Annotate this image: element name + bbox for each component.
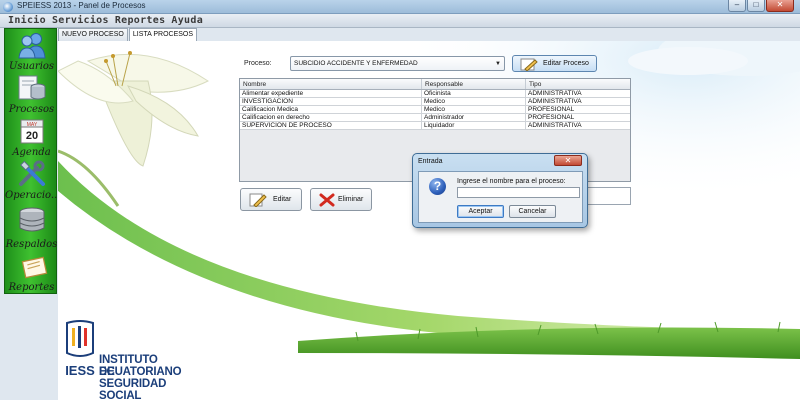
column-header-tipo[interactable]: Tipo <box>526 79 630 89</box>
window-titlebar: SPEIESS 2013 - Panel de Procesos – □ ✕ <box>0 0 800 14</box>
sidebar: Usuarios Procesos MAY 20 Agenda Operacio… <box>4 28 61 294</box>
column-header-responsable[interactable]: Responsable <box>422 79 526 89</box>
close-button[interactable]: ✕ <box>766 0 794 12</box>
table-cell: Oficinista <box>422 90 526 97</box>
iess-emblem-icon: IESS <box>65 320 95 378</box>
table-cell: PROFESIONAL <box>528 106 575 113</box>
users-icon <box>18 33 46 59</box>
sidebar-item-respaldos[interactable]: Respaldos <box>5 203 58 250</box>
process-name-input[interactable] <box>457 187 580 198</box>
table-row[interactable]: Alimentar expediente Oficinista ADMINIST… <box>240 90 630 98</box>
sidebar-item-operaciones[interactable]: Operacio... <box>5 160 61 201</box>
table-cell: PROFESIONAL <box>528 114 575 121</box>
table-cell: Alimentar expediente <box>240 90 422 97</box>
sidebar-item-reportes[interactable]: Reportes <box>5 251 58 293</box>
delete-x-icon <box>319 193 335 207</box>
table-body: Alimentar expediente Oficinista ADMINIST… <box>240 90 630 130</box>
sidebar-item-label: Procesos <box>8 104 55 115</box>
question-icon: ? <box>429 178 446 195</box>
dialog-title: Entrada <box>418 158 443 165</box>
cancel-button[interactable]: Cancelar <box>509 205 556 218</box>
sidebar-item-usuarios[interactable]: Usuarios <box>5 31 58 72</box>
sidebar-item-procesos[interactable]: Procesos <box>5 74 58 115</box>
table-row[interactable]: Calificacion Medica Medico PROFESIONAL <box>240 106 630 114</box>
table-cell: Calificacion en derecho <box>240 114 422 121</box>
tab-lista-procesos[interactable]: LISTA PROCESOS <box>128 28 198 42</box>
window-title: SPEIESS 2013 - Panel de Procesos <box>17 1 146 10</box>
sidebar-item-label: Operacio... <box>5 190 61 201</box>
process-label: Proceso: <box>244 60 272 67</box>
logo-acronym: IESS <box>65 363 95 378</box>
table-cell: Medico <box>422 106 526 113</box>
dialog-close-button[interactable]: ✕ <box>554 155 582 166</box>
column-header-nombre[interactable]: Nombre <box>240 79 422 89</box>
minimize-button[interactable]: – <box>728 0 746 12</box>
edit-button-label: Editar <box>273 196 292 203</box>
menu-reportes[interactable]: Reportes <box>115 15 166 26</box>
accept-button[interactable]: Aceptar <box>457 205 504 218</box>
menu-servicios[interactable]: Servicios <box>52 15 109 26</box>
delete-button-label: Eliminar <box>338 196 364 203</box>
partially-hidden-field[interactable] <box>587 187 631 205</box>
table-cell: SUPERVICION DE PROCESO <box>240 122 422 129</box>
dialog-body: ? Ingrese el nombre para el proceso: Ace… <box>418 171 583 223</box>
sidebar-item-label: Respaldos <box>5 239 58 250</box>
database-icon <box>18 75 46 100</box>
logo-line2: DE SEGURIDAD SOCIAL <box>99 366 167 400</box>
calendar-day: 20 <box>26 130 38 142</box>
table-cell: Calificacion Medica <box>240 106 422 113</box>
edit-button[interactable]: Editar <box>240 188 302 211</box>
dialog-prompt: Ingrese el nombre para el proceso: <box>457 178 566 185</box>
app-icon <box>3 2 13 12</box>
table-cell: Medico <box>422 98 526 105</box>
backup-disk-icon <box>19 207 45 232</box>
sidebar-item-label: Reportes <box>8 282 55 293</box>
edit-document-icon <box>249 193 267 207</box>
table-cell: ADMINISTRATIVA <box>528 90 582 97</box>
sidebar-item-agenda[interactable]: MAY 20 Agenda <box>5 117 58 158</box>
table-header: Nombre Responsable Tipo <box>240 79 630 90</box>
table-row[interactable]: INVESTIGACION Medico ADMINISTRATIVA <box>240 98 630 106</box>
sidebar-item-label: Usuarios <box>8 61 55 72</box>
menubar: Inicio Servicios Reportes Ayuda <box>0 14 800 28</box>
edit-process-label: Editar Proceso <box>543 60 589 67</box>
calendar-icon: MAY 20 <box>20 119 44 144</box>
edit-document-icon <box>520 58 538 71</box>
table-cell: Administrador <box>422 114 526 121</box>
tools-icon <box>19 160 45 186</box>
table-row[interactable]: SUPERVICION DE PROCESO Liquidador ADMINI… <box>240 122 630 130</box>
table-row[interactable]: Calificacion en derecho Administrador PR… <box>240 114 630 122</box>
process-select[interactable]: SUBCIDIO ACCIDENTE Y ENFERMEDAD ▼ <box>290 56 505 71</box>
calendar-month: MAY <box>27 122 38 128</box>
process-select-value: SUBCIDIO ACCIDENTE Y ENFERMEDAD <box>294 60 418 67</box>
tab-nuevo-proceso[interactable]: NUEVO PROCESO <box>58 28 128 41</box>
table-cell: INVESTIGACION <box>240 98 422 105</box>
report-icon <box>21 256 48 279</box>
edit-process-button[interactable]: Editar Proceso <box>512 55 597 72</box>
table-cell: ADMINISTRATIVA <box>528 122 582 129</box>
chevron-down-icon: ▼ <box>495 61 501 67</box>
maximize-button[interactable]: □ <box>747 0 765 12</box>
table-cell: Liquidador <box>422 122 526 129</box>
sidebar-item-label: Agenda <box>12 147 51 158</box>
iess-logo: IESS INSTITUTO ECUATORIANO DE SEGURIDAD … <box>63 319 182 400</box>
window-controls: – □ ✕ <box>728 0 794 12</box>
menu-inicio[interactable]: Inicio <box>8 15 46 26</box>
menu-ayuda[interactable]: Ayuda <box>171 15 203 26</box>
input-dialog: Entrada ✕ ? Ingrese el nombre para el pr… <box>412 153 588 228</box>
table-cell: ADMINISTRATIVA <box>528 98 582 105</box>
delete-button[interactable]: Eliminar <box>310 188 372 211</box>
tab-bar: NUEVO PROCESO LISTA PROCESOS <box>58 28 198 42</box>
